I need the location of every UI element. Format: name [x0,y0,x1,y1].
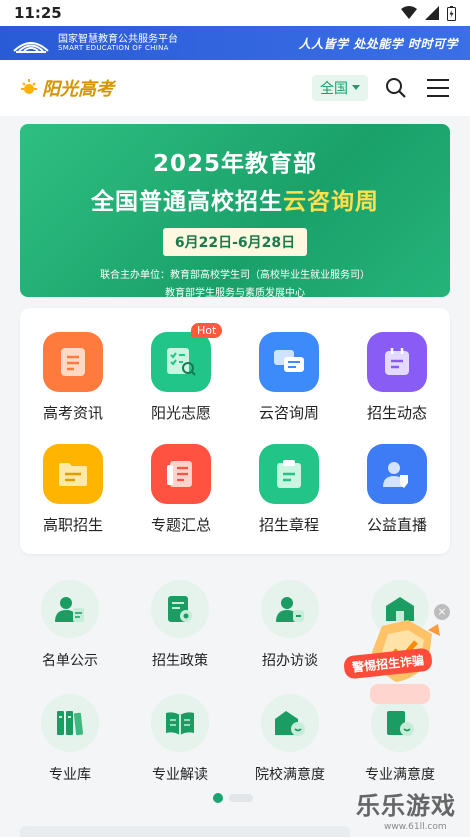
sec-item-list[interactable]: 名单公示 [20,580,120,670]
platform-name-en: SMART EDUCATION OF CHINA [58,43,169,52]
hero-organizer-2: 教育部学生服务与素质发展中心 [165,288,305,297]
sec-item-majors[interactable]: 专业库 [20,694,120,784]
grid-item-label: 云咨询周 [258,404,319,422]
menu-icon [427,79,449,97]
region-selector[interactable]: 全国 [312,75,368,101]
platform-logo-icon [13,42,49,53]
page-dot[interactable] [229,794,253,802]
sec-item-interview[interactable]: 招办访谈 [240,580,340,670]
grid-item-label: 招生章程 [258,516,319,534]
interview-icon [261,580,319,638]
sec-item-school-satisfaction[interactable]: 院校满意度 [240,694,340,784]
grid-item-topics[interactable]: 专题汇总 [131,444,231,535]
page-indicator [213,793,253,803]
page-dot-active[interactable] [213,793,223,803]
grid-item-live[interactable]: 公益直播 [347,444,447,535]
hero-dates: 6月22日-6月28日 [162,228,308,256]
brand-name: 阳光高考 [42,79,114,100]
hero-banner[interactable]: 2025年教育部 全国普通高校招生云咨询周 6月22日-6月28日 联合主办单位… [20,124,450,297]
hero-title-line2-main: 全国普通高校招生 [91,189,283,215]
menu-button[interactable] [424,74,452,102]
wifi-icon [401,6,417,19]
checklist-search-icon [151,332,211,392]
hero-title-highlight: 云咨询周 [283,189,379,215]
chat-bubbles-icon [259,332,319,392]
hero-organizer-1: 联合主办单位：教育部高校学生司（高校毕业生就业服务司） [100,270,370,281]
next-card-edge [20,826,350,837]
sec-item-label: 招生政策 [152,653,208,669]
sun-icon [21,79,37,94]
caret-down-icon [352,85,360,90]
grid-item-label: 阳光志愿 [150,404,211,422]
grid-item-volunteer[interactable]: Hot 阳光志愿 [131,323,231,423]
watermark: 乐乐游戏 [356,792,456,820]
brand-logo[interactable]: 阳光高考 [18,75,114,101]
grid-item-vocational[interactable]: 高职招生 [23,444,123,535]
region-label: 全国 [320,81,348,97]
close-icon[interactable]: × [434,604,450,620]
grid-item-charter[interactable]: 招生章程 [239,444,339,535]
policy-doc-icon [151,580,209,638]
hero-title-line1: 2025年教育部 [152,151,317,177]
status-bar: 11:25 [0,0,470,26]
feature-grid: 高考资讯 Hot 阳光志愿 云咨询周 招生动态 高职招生 专题汇总 招生章程 公… [20,308,450,554]
hero-title-line2: 全国普通高校招生云咨询周 [20,182,450,216]
hot-badge: Hot [191,323,223,338]
signal-icon [425,6,439,20]
grid-item-label: 高考资讯 [42,404,103,422]
grid-item-label: 高职招生 [42,516,103,534]
app-header: 阳光高考 全国 [0,60,470,116]
grid-item-label: 招生动态 [366,404,427,422]
user-shield-icon [367,444,427,504]
platform-name: 国家智慧教育公共服务平台 SMART EDUCATION OF CHINA [58,34,178,53]
sec-item-label: 院校满意度 [255,767,325,783]
sec-item-label: 名单公示 [42,653,98,669]
battery-icon [447,5,456,21]
grid-item-consult[interactable]: 云咨询周 [239,332,339,423]
sec-item-label: 专业解读 [152,767,208,783]
sec-item-label: 专业满意度 [365,767,435,783]
calendar-icon [367,332,427,392]
news-icon [43,332,103,392]
grid-item-news[interactable]: 高考资讯 [23,332,123,423]
platform-name-cn: 国家智慧教育公共服务平台 [58,33,178,45]
books-icon [41,694,99,752]
sec-item-policy[interactable]: 招生政策 [130,580,230,670]
search-button[interactable] [382,74,410,102]
clipboard-icon [259,444,319,504]
open-book-icon [151,694,209,752]
status-icons [401,5,456,21]
school-smile-icon [261,694,319,752]
grid-item-label: 公益直播 [366,516,427,534]
book-stack-icon [151,444,211,504]
sec-item-major-guide[interactable]: 专业解读 [130,694,230,784]
sec-item-label: 招办访谈 [262,653,318,669]
grid-item-dynamics[interactable]: 招生动态 [347,332,447,423]
folder-icon [43,444,103,504]
platform-banner[interactable]: 国家智慧教育公共服务平台 SMART EDUCATION OF CHINA 人人… [0,26,470,60]
search-icon [386,78,406,98]
status-time: 11:25 [14,4,62,22]
grid-item-label: 专题汇总 [150,516,211,534]
watermark-url: www.61ll.com [384,822,447,832]
platform-slogan: 人人皆学 处处能学 时时可学 [298,36,458,51]
person-list-icon [41,580,99,638]
sec-item-label: 专业库 [49,767,91,783]
